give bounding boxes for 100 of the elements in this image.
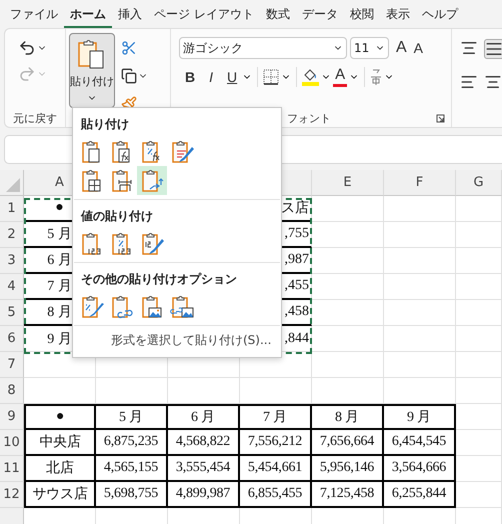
empty-cell[interactable] bbox=[384, 248, 456, 274]
row-header[interactable]: 3 bbox=[0, 248, 24, 274]
empty-cell[interactable] bbox=[456, 456, 502, 482]
empty-cell[interactable] bbox=[456, 352, 502, 378]
empty-cell[interactable] bbox=[456, 274, 502, 300]
empty-cell[interactable] bbox=[384, 196, 456, 222]
empty-cell[interactable] bbox=[312, 326, 384, 352]
menu-tab[interactable]: 表示 bbox=[380, 0, 416, 28]
table-cell: 中央店 bbox=[24, 430, 96, 456]
table-cell: 6,875,235 bbox=[96, 430, 168, 456]
empty-cell[interactable] bbox=[456, 482, 502, 508]
empty-cell[interactable] bbox=[312, 248, 384, 274]
font-color-button[interactable]: A bbox=[333, 67, 348, 87]
clipboard-icon bbox=[140, 294, 164, 319]
table-cell: 5 月 bbox=[96, 404, 168, 430]
row-header[interactable]: 4 bbox=[0, 274, 24, 300]
table-cell: サウス店 bbox=[24, 482, 96, 508]
bold-button[interactable]: B bbox=[179, 67, 202, 87]
table-cell: 5,454,661 bbox=[240, 456, 312, 482]
fill-color-icon[interactable] bbox=[302, 68, 320, 86]
align-center-icon[interactable] bbox=[484, 73, 502, 91]
empty-cell[interactable] bbox=[312, 352, 384, 378]
row-header[interactable]: 9 bbox=[0, 404, 24, 430]
copy-icon[interactable] bbox=[121, 68, 137, 84]
empty-cell[interactable] bbox=[456, 196, 502, 222]
table-cell: 4,565,155 bbox=[96, 456, 168, 482]
undo-icon[interactable] bbox=[18, 39, 36, 57]
column-header[interactable]: F bbox=[384, 170, 456, 196]
empty-cell[interactable] bbox=[240, 378, 312, 404]
grow-font-button[interactable]: A bbox=[392, 38, 409, 58]
row-header[interactable]: 6 bbox=[0, 326, 24, 352]
table-cell: 7,556,212 bbox=[240, 430, 312, 456]
row-header[interactable]: 5 bbox=[0, 300, 24, 326]
empty-cell[interactable] bbox=[312, 274, 384, 300]
scissors-icon[interactable] bbox=[121, 40, 137, 56]
menu-tab[interactable]: 数式 bbox=[260, 0, 296, 28]
empty-cell[interactable] bbox=[456, 378, 502, 404]
empty-cell[interactable] bbox=[96, 378, 168, 404]
empty-cell[interactable] bbox=[312, 378, 384, 404]
borders-icon[interactable] bbox=[263, 69, 280, 85]
empty-cell[interactable] bbox=[456, 222, 502, 248]
row-header[interactable]: 10 bbox=[0, 430, 24, 456]
clipboard-icon bbox=[140, 231, 164, 256]
row-header[interactable]: 7 bbox=[0, 352, 24, 378]
paste-button[interactable]: 貼り付け bbox=[69, 33, 115, 108]
table-cell: 7,125,458 bbox=[312, 482, 384, 508]
menu-tab[interactable]: 挿入 bbox=[112, 0, 148, 28]
font-name-field[interactable]: 游ゴシック bbox=[179, 37, 347, 59]
menu-tab[interactable]: ページ レイアウト bbox=[148, 0, 260, 28]
table-cell: 6,855,455 bbox=[240, 482, 312, 508]
empty-cell[interactable] bbox=[456, 326, 502, 352]
table-cell: 7,656,664 bbox=[312, 430, 384, 456]
clipboard-icon bbox=[110, 168, 134, 193]
align-middle-icon[interactable] bbox=[484, 39, 502, 59]
column-header[interactable]: E bbox=[312, 170, 384, 196]
group-label: 元に戻す bbox=[12, 110, 58, 126]
table-cell: ● bbox=[24, 404, 96, 430]
empty-cell[interactable] bbox=[384, 222, 456, 248]
table-cell: 8 月 bbox=[312, 404, 384, 430]
empty-cell[interactable] bbox=[312, 196, 384, 222]
clipboard-icon bbox=[170, 139, 194, 164]
table-cell: 5,698,755 bbox=[96, 482, 168, 508]
row-header[interactable]: 2 bbox=[0, 222, 24, 248]
table-cell: 5,956,146 bbox=[312, 456, 384, 482]
align-top-icon[interactable] bbox=[460, 39, 478, 57]
empty-cell[interactable] bbox=[312, 222, 384, 248]
dialog-launcher-icon[interactable] bbox=[436, 114, 445, 123]
menu-tab[interactable]: ホーム bbox=[64, 0, 112, 28]
menu-tab[interactable]: データ bbox=[296, 0, 344, 28]
align-left-icon[interactable] bbox=[460, 73, 478, 91]
empty-cell[interactable] bbox=[384, 378, 456, 404]
table-cell: 4,899,987 bbox=[168, 482, 240, 508]
empty-cell[interactable] bbox=[456, 404, 502, 430]
table-cell: 4,568,822 bbox=[168, 430, 240, 456]
clipboard-icon bbox=[170, 294, 194, 319]
empty-cell[interactable] bbox=[384, 352, 456, 378]
empty-cell[interactable] bbox=[456, 430, 502, 456]
empty-cell[interactable] bbox=[384, 274, 456, 300]
row-header[interactable]: 1 bbox=[0, 196, 24, 222]
select-all-icon[interactable] bbox=[6, 178, 20, 192]
paste-option-button[interactable] bbox=[137, 166, 167, 195]
row-header[interactable]: 11 bbox=[0, 456, 24, 482]
empty-cell[interactable] bbox=[456, 300, 502, 326]
underline-button[interactable]: U bbox=[221, 67, 240, 87]
shrink-font-button[interactable]: A bbox=[412, 38, 426, 58]
empty-cell[interactable] bbox=[168, 378, 240, 404]
empty-cell[interactable] bbox=[384, 326, 456, 352]
column-header[interactable]: G bbox=[456, 170, 502, 196]
menu-tab[interactable]: ファイル bbox=[4, 0, 64, 28]
empty-cell[interactable] bbox=[312, 300, 384, 326]
empty-cell[interactable] bbox=[456, 248, 502, 274]
table-cell: 北店 bbox=[24, 456, 96, 482]
row-header[interactable]: 8 bbox=[0, 378, 24, 404]
font-size-field[interactable]: 11 bbox=[350, 37, 389, 59]
italic-button[interactable]: I bbox=[203, 67, 220, 87]
row-header[interactable]: 12 bbox=[0, 482, 24, 508]
clipboard-icon bbox=[80, 294, 104, 319]
menu-tab[interactable]: ヘルプ bbox=[416, 0, 464, 28]
empty-cell[interactable] bbox=[384, 300, 456, 326]
menu-tab[interactable]: 校閲 bbox=[344, 0, 380, 28]
